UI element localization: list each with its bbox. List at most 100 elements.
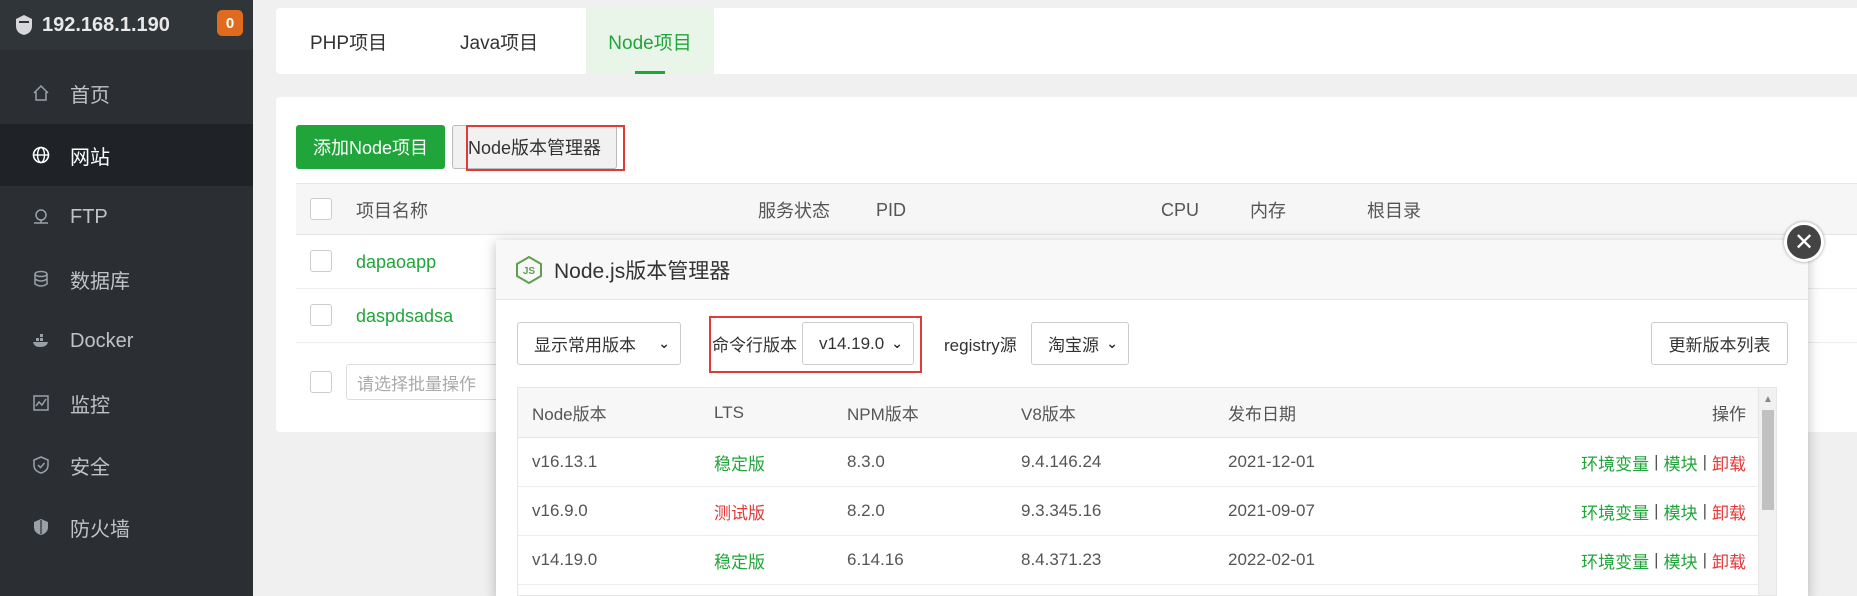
col-pid: PID bbox=[876, 199, 907, 220]
col-project-name: 项目名称 bbox=[356, 201, 428, 221]
sidebar-item-home[interactable]: 首页 bbox=[0, 62, 253, 124]
sidebar-item-label: 网站 bbox=[70, 146, 110, 169]
globe-icon bbox=[30, 144, 52, 166]
sidebar-item-monitor[interactable]: 监控 bbox=[0, 372, 253, 434]
node-version: v16.13.1 bbox=[532, 452, 598, 471]
sidebar-item-database[interactable]: 数据库 bbox=[0, 248, 253, 310]
table-row: v16.9.0 测试版 8.2.0 9.3.345.16 2021-09-07 … bbox=[518, 487, 1758, 536]
project-table-header: 项目名称 服务状态 PID CPU 内存 根目录 bbox=[296, 183, 1857, 235]
tab-php[interactable]: PHP项目 bbox=[290, 8, 407, 74]
dialog-title: Node.js版本管理器 bbox=[554, 259, 731, 283]
sidebar-item-label: 数据库 bbox=[70, 270, 130, 293]
registry-select[interactable]: 淘宝源 ⌄ bbox=[1031, 322, 1129, 365]
v8-version: 9.3.345.16 bbox=[1021, 501, 1102, 520]
project-name-link[interactable]: dapaoapp bbox=[356, 235, 436, 289]
update-version-list-button[interactable]: 更新版本列表 bbox=[1651, 322, 1788, 365]
node-version-table: Node版本 LTS NPM版本 V8版本 发布日期 操作 v16.13.1 稳… bbox=[517, 387, 1777, 596]
sidebar-item-security[interactable]: 安全 bbox=[0, 434, 253, 496]
sidebar-item-label: 首页 bbox=[70, 84, 110, 107]
chevron-down-icon: ⌄ bbox=[1106, 335, 1118, 351]
row-checkbox[interactable] bbox=[310, 304, 332, 326]
sidebar-item-website[interactable]: 网站 bbox=[0, 124, 253, 186]
node-version: v16.9.0 bbox=[532, 501, 588, 520]
separator: | bbox=[1702, 452, 1707, 471]
shield-icon bbox=[30, 454, 52, 476]
scrollbar-thumb[interactable] bbox=[1762, 410, 1774, 510]
v8-version: 8.4.371.23 bbox=[1021, 550, 1102, 569]
release-date: 2021-09-07 bbox=[1228, 501, 1315, 520]
tab-label: Java项目 bbox=[460, 32, 539, 54]
server-logo-icon bbox=[16, 15, 32, 35]
env-var-link[interactable]: 环境变量 bbox=[1581, 499, 1649, 524]
batch-checkbox[interactable] bbox=[310, 371, 332, 393]
uninstall-link[interactable]: 卸载 bbox=[1712, 450, 1746, 475]
registry-label: registry源 bbox=[944, 336, 1017, 355]
v8-version: 9.4.146.24 bbox=[1021, 452, 1102, 471]
close-icon[interactable]: ✕ bbox=[1784, 222, 1824, 262]
tab-label: PHP项目 bbox=[310, 32, 388, 54]
version-filter-select[interactable]: 显示常用版本 ⌄ bbox=[517, 322, 681, 365]
col-actions: 操作 bbox=[1712, 405, 1746, 424]
sidebar-item-label: 防火墙 bbox=[70, 518, 130, 541]
module-link[interactable]: 模块 bbox=[1664, 548, 1698, 573]
col-npm-version: NPM版本 bbox=[847, 405, 919, 424]
row-checkbox[interactable] bbox=[310, 250, 332, 272]
database-icon bbox=[30, 268, 52, 290]
col-memory: 内存 bbox=[1250, 201, 1286, 221]
module-link[interactable]: 模块 bbox=[1664, 450, 1698, 475]
select-value: 淘宝源 bbox=[1048, 336, 1099, 355]
env-var-link[interactable]: 环境变量 bbox=[1581, 450, 1649, 475]
server-ip: 192.168.1.190 bbox=[42, 13, 170, 36]
docker-icon bbox=[30, 330, 52, 352]
sidebar-header: 192.168.1.190 0 bbox=[0, 0, 253, 50]
monitor-icon bbox=[30, 392, 52, 414]
npm-version: 6.14.16 bbox=[847, 550, 904, 569]
sidebar-item-label: 监控 bbox=[70, 394, 110, 417]
dialog-title-bar: JS Node.js版本管理器 bbox=[496, 240, 1808, 300]
home-icon bbox=[30, 82, 52, 104]
npm-version: 8.3.0 bbox=[847, 452, 885, 471]
add-node-project-button[interactable]: 添加Node项目 bbox=[296, 125, 445, 169]
uninstall-link[interactable]: 卸载 bbox=[1712, 548, 1746, 573]
node-version: v14.19.0 bbox=[532, 550, 598, 569]
col-node-version: Node版本 bbox=[532, 405, 607, 424]
project-type-tabs: PHP项目 Java项目 Node项目 bbox=[276, 8, 1857, 74]
svg-text:JS: JS bbox=[523, 266, 536, 277]
sidebar-item-label: Docker bbox=[70, 329, 134, 352]
npm-version: 8.2.0 bbox=[847, 501, 885, 520]
separator: | bbox=[1654, 452, 1659, 471]
release-date: 2021-12-01 bbox=[1228, 452, 1315, 471]
table-row: v16.13.1 稳定版 8.3.0 9.4.146.24 2021-12-01… bbox=[518, 438, 1758, 487]
row-actions: 环境变量 | 模块 | 卸载 bbox=[1581, 536, 1746, 584]
separator: | bbox=[1702, 501, 1707, 520]
module-link[interactable]: 模块 bbox=[1664, 499, 1698, 524]
sidebar-item-docker[interactable]: Docker bbox=[0, 310, 253, 372]
select-all-checkbox[interactable] bbox=[310, 198, 332, 220]
separator: | bbox=[1702, 550, 1707, 569]
notification-badge[interactable]: 0 bbox=[217, 10, 243, 36]
row-actions: 环境变量 | 模块 | 卸载 bbox=[1581, 438, 1746, 486]
nodejs-icon: JS bbox=[516, 255, 542, 284]
lts-status: 稳定版 bbox=[714, 454, 765, 474]
sidebar: 192.168.1.190 0 首页 网站 FTP 数据库 Docker 监控 … bbox=[0, 0, 253, 596]
firewall-icon bbox=[30, 516, 52, 538]
table-scrollbar[interactable]: ▲ bbox=[1758, 388, 1776, 595]
col-lts: LTS bbox=[714, 402, 744, 422]
release-date: 2022-02-01 bbox=[1228, 550, 1315, 569]
env-var-link[interactable]: 环境变量 bbox=[1581, 548, 1649, 573]
project-name-link[interactable]: daspdsadsa bbox=[356, 289, 453, 343]
highlight-box-version-manager bbox=[466, 125, 625, 171]
ftp-icon bbox=[30, 206, 52, 228]
separator: | bbox=[1654, 501, 1659, 520]
sidebar-item-label: FTP bbox=[70, 205, 108, 228]
tab-java[interactable]: Java项目 bbox=[440, 8, 558, 74]
sidebar-item-firewall[interactable]: 防火墙 bbox=[0, 496, 253, 558]
tab-node[interactable]: Node项目 bbox=[586, 8, 714, 74]
uninstall-link[interactable]: 卸载 bbox=[1712, 499, 1746, 524]
sidebar-item-ftp[interactable]: FTP bbox=[0, 186, 253, 248]
scroll-up-icon[interactable]: ▲ bbox=[1763, 394, 1773, 405]
table-row: v14.19.0 稳定版 6.14.16 8.4.371.23 2022-02-… bbox=[518, 536, 1758, 585]
version-table-header: Node版本 LTS NPM版本 V8版本 发布日期 操作 bbox=[518, 388, 1758, 438]
select-value: 显示常用版本 bbox=[534, 336, 636, 355]
highlight-box-cli-version bbox=[709, 316, 922, 373]
